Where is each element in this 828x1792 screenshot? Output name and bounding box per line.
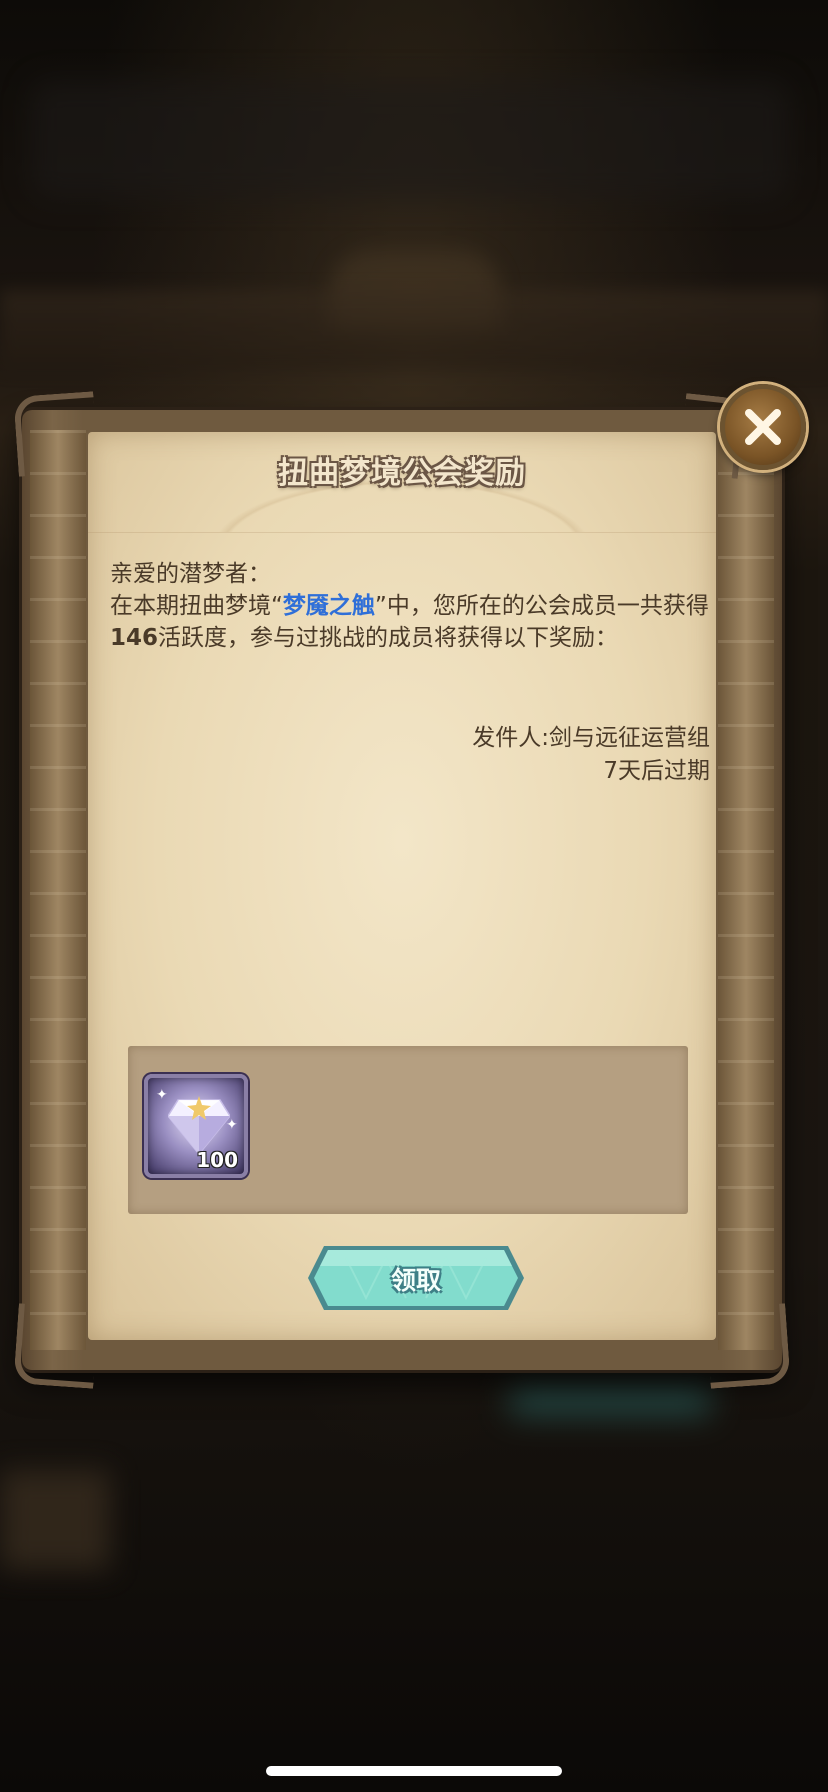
dream-name-highlight: 梦魇之触 bbox=[282, 593, 375, 619]
corner-ornament-bottom-right bbox=[705, 1303, 791, 1389]
background-bottom-block bbox=[0, 1470, 110, 1570]
mail-expiry: 7天后过期 bbox=[603, 758, 710, 784]
mail-content: 在本期扭曲梦境“梦魇之触”中，您所在的公会成员一共获得 146活跃度，参与过挑战的… bbox=[110, 590, 724, 654]
home-indicator[interactable] bbox=[266, 1766, 562, 1776]
close-button[interactable] bbox=[720, 384, 806, 470]
frame-right-border bbox=[718, 430, 774, 1350]
sparkle-icon: ✦ bbox=[156, 1087, 168, 1103]
sparkle-icon: ✦ bbox=[226, 1117, 238, 1133]
corner-ornament-bottom-left bbox=[13, 1303, 99, 1389]
diamond-gem-icon bbox=[168, 1096, 230, 1154]
mail-meta: 发件人:剑与远征运营组 7天后过期 bbox=[472, 722, 710, 788]
mail-reward-dialog: 扭曲梦境公会奖励 亲爱的潜梦者： 在本期扭曲梦境“梦魇之触”中，您所在的公会成员… bbox=[13, 391, 791, 1389]
background-teal-glow bbox=[510, 1385, 710, 1415]
reward-panel: ✦ ✦ 100 bbox=[128, 1046, 688, 1214]
activity-points-value: 146 bbox=[110, 625, 159, 651]
reward-item-slot[interactable]: ✦ ✦ 100 bbox=[144, 1074, 248, 1178]
reward-item-count: 100 bbox=[196, 1148, 238, 1172]
mail-sender: 发件人:剑与远征运营组 bbox=[472, 725, 710, 751]
background-bar bbox=[0, 290, 828, 370]
frame-left-border bbox=[30, 430, 86, 1350]
mail-body: 亲爱的潜梦者： 在本期扭曲梦境“梦魇之触”中，您所在的公会成员一共获得 146活跃… bbox=[110, 558, 724, 654]
claim-button-label: 领取 bbox=[390, 1266, 441, 1295]
game-screen: 扭曲梦境公会奖励 亲爱的潜梦者： 在本期扭曲梦境“梦魇之触”中，您所在的公会成员… bbox=[0, 0, 828, 1792]
background-top-ui bbox=[30, 80, 790, 200]
claim-button[interactable]: 领取 bbox=[306, 1244, 526, 1312]
mail-content-middle: ”中，您所在的公会成员一共获得 bbox=[374, 593, 709, 619]
dialog-title: 扭曲梦境公会奖励 bbox=[278, 456, 526, 491]
mail-content-prefix: 在本期扭曲梦境“ bbox=[110, 593, 283, 619]
mail-greeting: 亲爱的潜梦者： bbox=[110, 561, 271, 587]
mail-content-suffix: 活跃度，参与过挑战的成员将获得以下奖励： bbox=[158, 625, 619, 651]
close-x-icon bbox=[745, 409, 781, 445]
